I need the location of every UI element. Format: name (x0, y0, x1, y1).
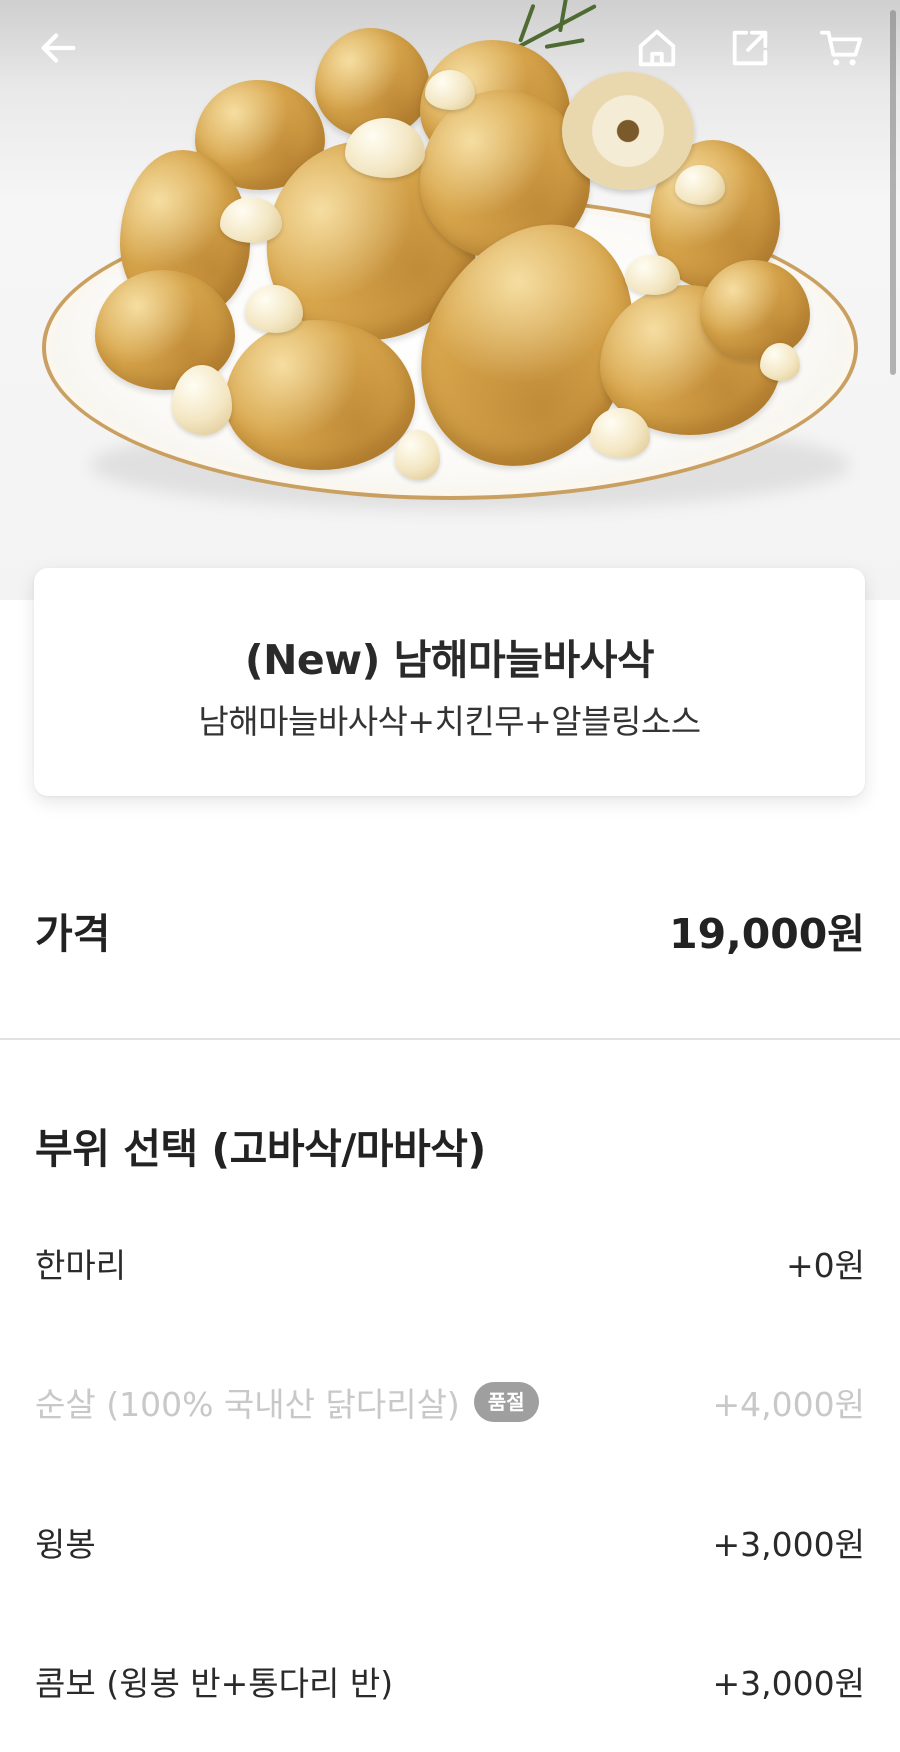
share-icon (732, 30, 768, 66)
home-button[interactable] (627, 18, 687, 78)
option-name: 윙봉 (35, 1525, 96, 1564)
cart-button[interactable] (812, 18, 872, 78)
scrollbar[interactable] (890, 10, 896, 375)
cart-icon (819, 30, 863, 66)
option-wing-drumette[interactable]: 윙봉 +3,000원 (35, 1517, 865, 1567)
home-icon (638, 29, 676, 67)
option-boneless: 순살 (100% 국내산 닭다리살) 품절 +4,000원 (35, 1377, 865, 1427)
garlic-clove (675, 165, 725, 205)
rosemary-leaf (558, 0, 569, 33)
product-name: (New) 남해마늘바사삭 (244, 636, 655, 684)
option-price: +0원 (785, 1246, 865, 1285)
part-selection-title: 부위 선택 (고바삭/마바삭) (35, 1125, 486, 1173)
price-label: 가격 (35, 910, 111, 958)
garlic-clove (425, 70, 475, 110)
product-info-card: (New) 남해마늘바사삭 남해마늘바사삭+치킨무+알블링소스 (34, 568, 865, 796)
option-name-wrap: 순살 (100% 국내산 닭다리살) 품절 (35, 1378, 539, 1426)
garlic-clove (345, 118, 425, 178)
option-price: +3,000원 (712, 1664, 865, 1703)
option-price: +4,000원 (712, 1385, 865, 1424)
share-button[interactable] (720, 18, 780, 78)
garlic-clove (625, 255, 680, 295)
sold-out-badge: 품절 (473, 1382, 539, 1422)
price-value: 19,000원 (669, 910, 865, 958)
product-image (0, 0, 900, 600)
rosemary-leaf (544, 38, 585, 49)
price-row: 가격 19,000원 (35, 900, 865, 960)
section-divider (0, 1038, 900, 1040)
garlic-clove (220, 197, 282, 243)
garlic-bulb (562, 72, 694, 190)
back-arrow-icon (41, 33, 76, 63)
option-name: 순살 (100% 국내산 닭다리살) (35, 1385, 460, 1424)
option-name: 한마리 (35, 1246, 127, 1285)
option-name: 콤보 (윙봉 반+통다리 반) (35, 1664, 394, 1703)
option-combo[interactable]: 콤보 (윙봉 반+통다리 반) +3,000원 (35, 1656, 865, 1706)
back-button[interactable] (28, 18, 88, 78)
option-price: +3,000원 (712, 1525, 865, 1564)
option-whole-chicken[interactable]: 한마리 +0원 (35, 1238, 865, 1288)
product-description: 남해마늘바사삭+치킨무+알블링소스 (198, 702, 701, 741)
garlic-clove (760, 343, 800, 381)
